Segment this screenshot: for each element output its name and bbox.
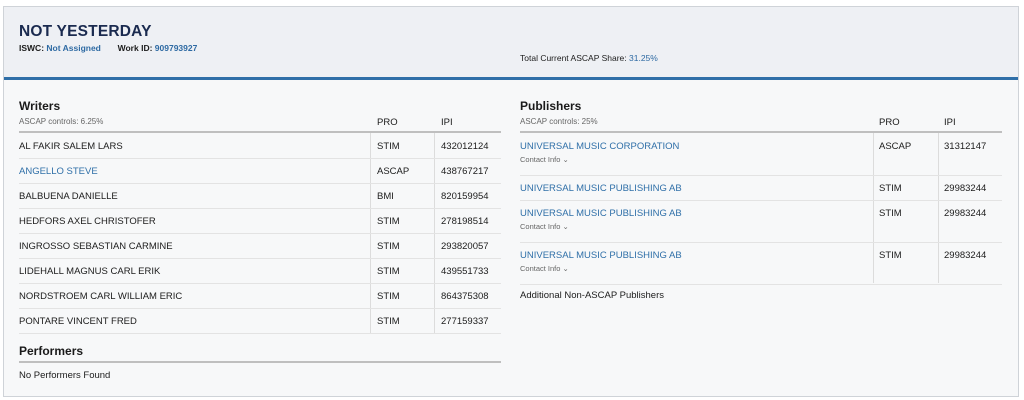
publishers-ipi-header: IPI — [944, 117, 956, 128]
publisher-row-divider — [520, 175, 1002, 176]
publisher-pro: STIM — [879, 183, 902, 194]
writer-pro: BMI — [377, 191, 394, 202]
contact-info-toggle[interactable]: Contact Info ⌄ — [520, 155, 569, 164]
writers-pro-header: PRO — [377, 117, 398, 128]
performers-heading: Performers — [19, 344, 84, 358]
writer-row-divider — [19, 333, 501, 334]
writer-ipi: 439551733 — [441, 266, 489, 277]
writer-name: NORDSTROEM CARL WILLIAM ERIC — [19, 291, 183, 302]
publisher-name-link[interactable]: UNIVERSAL MUSIC PUBLISHING AB — [520, 183, 682, 194]
writers-heading: Writers — [19, 99, 61, 113]
work-header: NOT YESTERDAY ISWC: Not Assigned Work ID… — [4, 7, 1018, 80]
contact-info-toggle[interactable]: Contact Info ⌄ — [520, 264, 569, 273]
publishers-controls: ASCAP controls: 25% — [520, 117, 598, 126]
publisher-pro: STIM — [879, 250, 902, 261]
writer-ipi: 293820057 — [441, 241, 489, 252]
publisher-row-divider — [520, 284, 1002, 285]
publishers-header-rule — [520, 131, 1002, 133]
publishers-heading: Publishers — [520, 99, 582, 113]
writer-name[interactable]: ANGELLO STEVE — [19, 166, 98, 177]
writer-pro: STIM — [377, 266, 400, 277]
share-value: 31.25% — [629, 53, 658, 63]
writer-name: HEDFORS AXEL CHRISTOFER — [19, 216, 156, 227]
publishers-pro-header: PRO — [879, 117, 900, 128]
performers-empty: No Performers Found — [19, 370, 111, 381]
writer-name: PONTARE VINCENT FRED — [19, 316, 137, 327]
publisher-ipi: 29983244 — [944, 208, 987, 219]
work-title: NOT YESTERDAY — [19, 23, 152, 40]
writer-row-divider — [19, 308, 501, 309]
publisher-pro: STIM — [879, 208, 902, 219]
writer-row-divider — [19, 158, 501, 159]
writer-ipi: 438767217 — [441, 166, 489, 177]
writer-name: LIDEHALL MAGNUS CARL ERIK — [19, 266, 161, 277]
writer-ipi: 864375308 — [441, 291, 489, 302]
additional-publishers-link[interactable]: Additional Non-ASCAP Publishers — [520, 290, 664, 301]
writer-pro: STIM — [377, 216, 400, 227]
writer-name: AL FAKIR SALEM LARS — [19, 141, 123, 152]
publishers-divider-pro — [873, 133, 874, 283]
writers-header-rule — [19, 131, 501, 133]
writer-row-divider — [19, 283, 501, 284]
publisher-ipi: 31312147 — [944, 141, 987, 152]
iswc-label: ISWC: — [19, 43, 45, 53]
work-detail-panel: NOT YESTERDAY ISWC: Not Assigned Work ID… — [3, 6, 1019, 397]
writer-row-divider — [19, 258, 501, 259]
contact-info-toggle[interactable]: Contact Info ⌄ — [520, 222, 569, 231]
publisher-ipi: 29983244 — [944, 183, 987, 194]
publisher-name-link[interactable]: UNIVERSAL MUSIC PUBLISHING AB — [520, 250, 682, 261]
publishers-divider-ipi — [938, 133, 939, 283]
writer-pro: ASCAP — [377, 166, 410, 177]
total-share: Total Current ASCAP Share: 31.25% — [520, 53, 658, 63]
iswc-value: Not Assigned — [46, 43, 101, 53]
publisher-name-link[interactable]: UNIVERSAL MUSIC CORPORATION — [520, 141, 679, 152]
writer-row-divider — [19, 233, 501, 234]
writer-row-divider — [19, 183, 501, 184]
writer-ipi: 277159337 — [441, 316, 489, 327]
work-id-value: 909793927 — [154, 43, 198, 53]
writers-ipi-header: IPI — [441, 117, 453, 128]
publisher-row-divider — [520, 200, 1002, 201]
publisher-pro: ASCAP — [879, 141, 912, 152]
publisher-name-link[interactable]: UNIVERSAL MUSIC PUBLISHING AB — [520, 208, 682, 219]
writer-pro: STIM — [377, 141, 400, 152]
writer-row-divider — [19, 208, 501, 209]
publisher-ipi: 29983244 — [944, 250, 987, 261]
writer-name: INGROSSO SEBASTIAN CARMINE — [19, 241, 173, 252]
writers-controls: ASCAP controls: 6.25% — [19, 117, 104, 126]
writer-name: BALBUENA DANIELLE — [19, 191, 118, 202]
writer-ipi: 278198514 — [441, 216, 489, 227]
writer-pro: STIM — [377, 291, 400, 302]
share-label: Total Current ASCAP Share: — [520, 53, 627, 63]
work-id-label: Work ID: — [117, 43, 153, 53]
publisher-row-divider — [520, 242, 1002, 243]
writer-ipi: 820159954 — [441, 191, 489, 202]
writer-pro: STIM — [377, 316, 400, 327]
performers-rule — [19, 361, 501, 363]
work-meta: ISWC: Not Assigned Work ID: 909793927 — [19, 43, 197, 53]
writer-ipi: 432012124 — [441, 141, 489, 152]
writer-pro: STIM — [377, 241, 400, 252]
